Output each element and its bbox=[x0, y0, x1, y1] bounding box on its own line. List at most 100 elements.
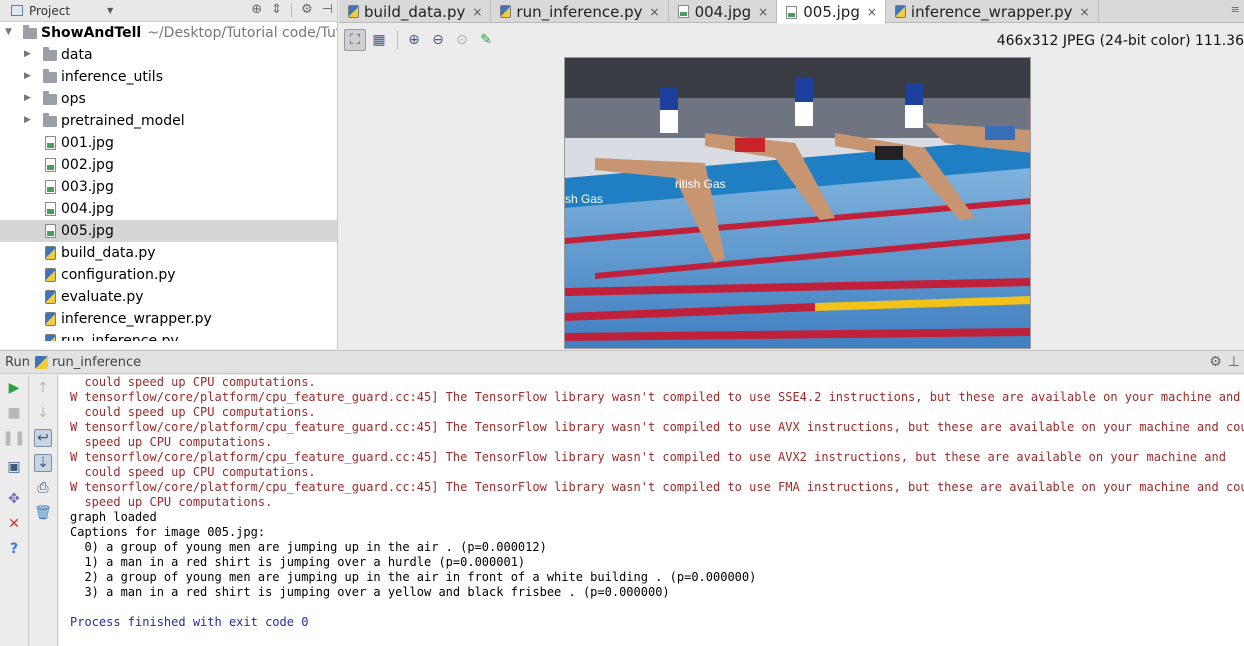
arrow-down-icon[interactable]: ↓ bbox=[34, 404, 52, 422]
image-file-icon bbox=[45, 202, 56, 216]
tree-item-inference-wrapper-py[interactable]: inference_wrapper.py bbox=[0, 308, 337, 330]
tab-inference-wrapper-py[interactable]: inference_wrapper.py × bbox=[886, 0, 1099, 23]
project-panel: Project ▼ ⊕ ⇕ ⚙ ⊣ ▼ ShowAndTell ~/Desktop… bbox=[0, 0, 338, 349]
print-icon[interactable]: ⎙ bbox=[34, 479, 52, 497]
python-file-icon bbox=[500, 5, 512, 18]
close-icon[interactable]: × bbox=[1080, 5, 1090, 19]
python-file-icon bbox=[45, 246, 56, 260]
close-icon[interactable]: × bbox=[472, 5, 482, 19]
tree-item-build-data-py[interactable]: build_data.py bbox=[0, 242, 337, 264]
svg-text:ritish Gas: ritish Gas bbox=[675, 177, 726, 191]
console-output-line: 1) a man in a red shirt is jumping over … bbox=[70, 555, 526, 569]
console-lines: could speed up CPU computations. W tensor… bbox=[70, 375, 1244, 630]
image-file-icon bbox=[45, 158, 56, 172]
close-icon[interactable]: × bbox=[758, 5, 768, 19]
pause-icon[interactable]: ❚❚ bbox=[2, 429, 25, 447]
tree-item-inference-utils[interactable]: ▶ inference_utils bbox=[0, 66, 337, 88]
soft-wrap-icon[interactable]: ↩ bbox=[34, 429, 52, 447]
crosshair-icon[interactable]: ⊕ bbox=[251, 2, 262, 17]
tab-label: build_data.py bbox=[364, 2, 466, 21]
run-tool-label[interactable]: Run bbox=[5, 355, 30, 370]
actual-size-icon[interactable]: ⊙ bbox=[451, 29, 473, 51]
python-file-icon bbox=[894, 5, 906, 18]
editor-tabs: build_data.py × run_inference.py × 004.jpg × 0… bbox=[339, 0, 1244, 24]
chevron-right-icon[interactable]: ▶ bbox=[24, 71, 31, 81]
python-file-icon bbox=[45, 290, 56, 304]
tree-item-002-jpg[interactable]: 002.jpg bbox=[0, 154, 337, 176]
zoom-out-icon[interactable]: ⊖ bbox=[427, 29, 449, 51]
console-output-line: Captions for image 005.jpg: bbox=[70, 525, 266, 539]
tree-item-005-jpg[interactable]: 005.jpg bbox=[0, 220, 337, 242]
console-output-line: 0) a group of young men are jumping up i… bbox=[70, 540, 547, 554]
zoom-in-icon[interactable]: ⊕ bbox=[403, 29, 425, 51]
tab-build-data-py[interactable]: build_data.py × bbox=[339, 0, 492, 23]
tree-item-003-jpg[interactable]: 003.jpg bbox=[0, 176, 337, 198]
folder-icon bbox=[23, 25, 37, 39]
swimming-photo: ritish Gas sh Gas bbox=[564, 57, 1031, 349]
run-icon[interactable]: ▶ bbox=[5, 379, 23, 397]
arrow-up-icon[interactable]: ↑ bbox=[34, 379, 52, 397]
tab-label: run_inference.py bbox=[516, 2, 643, 21]
image-file-icon bbox=[45, 180, 56, 194]
collapse-all-icon[interactable]: ⇕ bbox=[271, 2, 282, 17]
folder-icon bbox=[43, 47, 57, 61]
tree-item-label: inference_utils bbox=[61, 69, 163, 85]
gear-icon[interactable]: ⚙ bbox=[301, 2, 313, 17]
chevron-right-icon[interactable]: ▶ bbox=[24, 93, 31, 103]
run-config-name[interactable]: run_inference bbox=[52, 355, 141, 370]
folder-icon bbox=[43, 69, 57, 83]
chevron-down-icon[interactable]: ▼ bbox=[5, 27, 12, 37]
close-icon[interactable]: × bbox=[867, 5, 877, 19]
tree-item-data[interactable]: ▶ data bbox=[0, 44, 337, 66]
console-output[interactable]: could speed up CPU computations. W tensor… bbox=[59, 375, 1244, 646]
run-panel-header: Run run_inference ⚙ ⊥ bbox=[0, 350, 1244, 374]
restore-layout-icon[interactable]: ▣ bbox=[5, 458, 23, 476]
tab-label: 005.jpg bbox=[803, 3, 860, 21]
tree-item-label: 005.jpg bbox=[61, 223, 114, 239]
tree-item-label: 002.jpg bbox=[61, 157, 114, 173]
chevron-right-icon[interactable]: ▶ bbox=[24, 49, 31, 59]
chevron-down-icon[interactable]: ▼ bbox=[107, 6, 113, 15]
python-file-icon bbox=[348, 5, 359, 18]
gear-icon[interactable]: ⚙ bbox=[1209, 354, 1222, 370]
tree-item-ops[interactable]: ▶ ops bbox=[0, 88, 337, 110]
project-panel-title[interactable]: Project bbox=[29, 4, 70, 18]
tree-item-pretrained-model[interactable]: ▶ pretrained_model bbox=[0, 110, 337, 132]
close-icon[interactable]: ✕ bbox=[5, 515, 23, 533]
close-icon[interactable]: × bbox=[650, 5, 660, 19]
tree-item-label: inference_wrapper.py bbox=[61, 311, 212, 327]
console-warning-line: could speed up CPU computations. bbox=[70, 375, 316, 389]
tab-005-jpg[interactable]: 005.jpg × bbox=[777, 0, 886, 24]
hide-panel-icon[interactable]: ⊣ bbox=[322, 2, 333, 17]
tree-item-004-jpg[interactable]: 004.jpg bbox=[0, 198, 337, 220]
tree-item-configuration-py[interactable]: configuration.py bbox=[0, 264, 337, 286]
tree-item-label: 003.jpg bbox=[61, 179, 114, 195]
console-warning-line: W tensorflow/core/platform/cpu_feature_g… bbox=[70, 420, 1244, 434]
tab-label: inference_wrapper.py bbox=[910, 2, 1073, 21]
run-toolbar-secondary: ↑ ↓ ↩ ⇣ ⎙ 🗑 bbox=[29, 375, 58, 646]
tree-item-001-jpg[interactable]: 001.jpg bbox=[0, 132, 337, 154]
console-warning-line: could speed up CPU computations. bbox=[70, 465, 316, 479]
chevron-right-icon[interactable]: ▶ bbox=[24, 115, 31, 125]
scroll-to-end-icon[interactable]: ⇣ bbox=[34, 454, 52, 472]
tree-root-label: ShowAndTell ~/Desktop/Tutorial code/Tut bbox=[41, 25, 337, 41]
hide-panel-icon[interactable]: ⊥ bbox=[1228, 354, 1240, 370]
tab-strip: build_data.py × run_inference.py × 004.jpg × 0… bbox=[339, 0, 1099, 24]
color-picker-icon[interactable]: ✎ bbox=[475, 29, 497, 51]
grid-icon[interactable]: ▦ bbox=[368, 29, 390, 51]
help-icon[interactable]: ? bbox=[5, 540, 23, 558]
tree-root[interactable]: ▼ ShowAndTell ~/Desktop/Tutorial code/Tut bbox=[0, 22, 337, 44]
tree-item-evaluate-py[interactable]: evaluate.py bbox=[0, 286, 337, 308]
project-panel-header: Project ▼ ⊕ ⇕ ⚙ ⊣ bbox=[0, 0, 337, 22]
tabs-menu-icon[interactable]: ≡ bbox=[1231, 3, 1240, 16]
tab-run-inference-py[interactable]: run_inference.py × bbox=[491, 0, 669, 23]
tree-item-label: pretrained_model bbox=[61, 113, 185, 129]
trash-icon[interactable]: 🗑 bbox=[34, 504, 52, 522]
pin-icon[interactable]: ✥ bbox=[5, 490, 23, 508]
tree-item-label: ops bbox=[61, 91, 86, 107]
fit-zoom-icon[interactable]: ⛶ bbox=[344, 29, 366, 51]
python-file-icon bbox=[45, 268, 56, 282]
stop-icon[interactable]: ■ bbox=[5, 404, 23, 422]
project-tree: ▼ ShowAndTell ~/Desktop/Tutorial code/Tut… bbox=[0, 22, 337, 349]
tab-004-jpg[interactable]: 004.jpg × bbox=[669, 0, 778, 23]
